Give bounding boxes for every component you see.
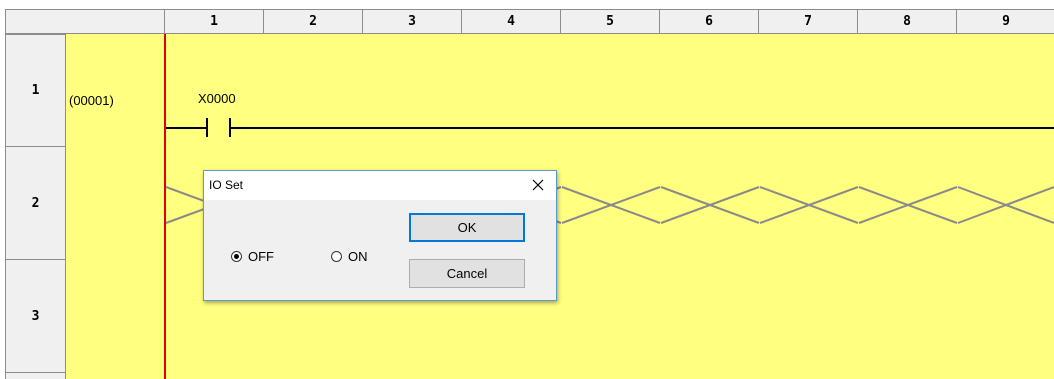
column-header[interactable]: 6 <box>660 9 759 34</box>
dialog-title: IO Set <box>209 178 244 192</box>
radio-off-label: OFF <box>248 249 274 264</box>
radio-off-icon[interactable] <box>231 251 242 262</box>
dialog-titlebar[interactable]: IO Set <box>204 171 556 200</box>
radio-off-option[interactable]: OFF <box>231 249 274 264</box>
radio-on-label: ON <box>348 249 368 264</box>
grid-corner <box>5 9 165 34</box>
row-header[interactable] <box>5 373 66 379</box>
column-header[interactable]: 2 <box>264 9 363 34</box>
radio-on-option[interactable]: ON <box>331 249 368 264</box>
column-header[interactable]: 9 <box>957 9 1054 34</box>
contact-left-bar <box>206 118 208 137</box>
close-icon[interactable] <box>528 175 548 195</box>
column-header[interactable]: 7 <box>759 9 858 34</box>
step-number: (00001) <box>69 93 114 108</box>
rung-wire <box>166 127 1054 129</box>
column-header[interactable]: 5 <box>561 9 660 34</box>
cancel-button[interactable]: Cancel <box>409 259 525 288</box>
contact-right-bar <box>229 118 231 137</box>
column-header[interactable]: 1 <box>165 9 264 34</box>
io-set-dialog: IO Set OK Cancel OFF ON <box>203 170 557 301</box>
contact-label[interactable]: X0000 <box>198 91 236 106</box>
column-header[interactable]: 4 <box>462 9 561 34</box>
column-header[interactable]: 3 <box>363 9 462 34</box>
contact-gap <box>206 119 230 137</box>
column-header[interactable]: 8 <box>858 9 957 34</box>
radio-on-icon[interactable] <box>331 251 342 262</box>
ok-button[interactable]: OK <box>409 213 525 242</box>
row-header[interactable]: 2 <box>5 147 66 260</box>
row-header[interactable]: 3 <box>5 260 66 373</box>
row-header[interactable]: 1 <box>5 34 66 147</box>
